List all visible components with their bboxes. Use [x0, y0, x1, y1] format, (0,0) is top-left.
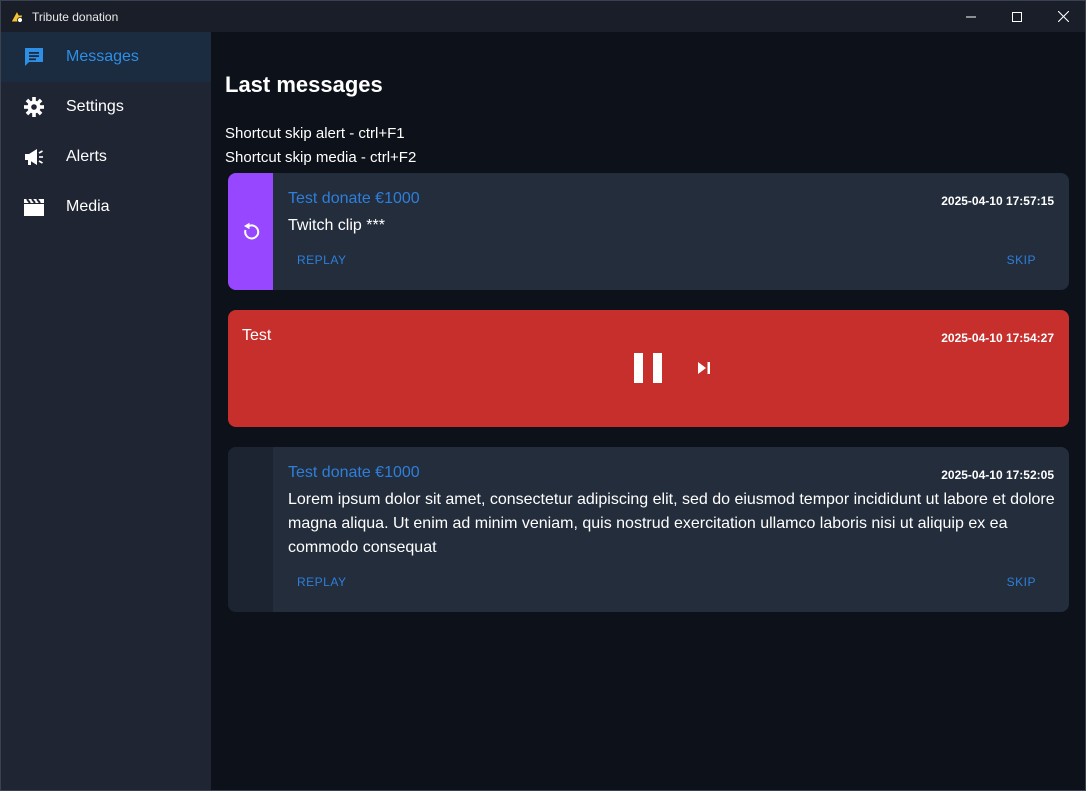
- app-logo-icon: [9, 9, 25, 25]
- message-card-playing: Test 2025-04-10 17:54:27: [228, 310, 1069, 427]
- message-text: Lorem ipsum dolor sit amet, consectetur …: [288, 491, 1055, 556]
- clapperboard-icon: [23, 196, 45, 218]
- page-title: Last messages: [225, 72, 383, 97]
- sidebar-item-label: Media: [66, 198, 110, 215]
- skip-button[interactable]: SKIP: [1007, 575, 1036, 589]
- sidebar-item-label: Alerts: [66, 148, 107, 165]
- message-timestamp: 2025-04-10 17:57:15: [941, 194, 1054, 208]
- replay-strip[interactable]: [228, 173, 273, 290]
- message-card: Test donate €1000 2025-04-10 17:52:05 Lo…: [228, 447, 1069, 612]
- maximize-button[interactable]: [994, 1, 1040, 32]
- message-timestamp: 2025-04-10 17:54:27: [941, 331, 1054, 345]
- message-title: Test donate €1000: [288, 464, 420, 481]
- message-title: Test: [242, 327, 272, 344]
- sidebar-item-settings[interactable]: Settings: [1, 82, 211, 132]
- shortcut-hint-media: Shortcut skip media - ctrl+F2: [225, 149, 417, 166]
- sidebar-item-label: Messages: [66, 48, 139, 65]
- skip-button[interactable]: SKIP: [1007, 253, 1036, 267]
- replay-icon: [243, 222, 259, 239]
- message-text: Twitch clip ***: [288, 217, 385, 234]
- replay-button[interactable]: REPLAY: [297, 575, 346, 589]
- message-strip: [228, 447, 273, 612]
- sidebar-item-messages[interactable]: Messages: [1, 32, 211, 82]
- megaphone-icon: [23, 146, 45, 168]
- message-card: Test donate €1000 2025-04-10 17:57:15 Tw…: [228, 173, 1069, 290]
- shortcut-hint-alert: Shortcut skip alert - ctrl+F1: [225, 125, 405, 142]
- gear-icon: [23, 96, 45, 118]
- skip-next-icon[interactable]: [697, 361, 711, 375]
- minimize-button[interactable]: [948, 1, 994, 32]
- message-title: Test donate €1000: [288, 190, 420, 207]
- message-timestamp: 2025-04-10 17:52:05: [941, 468, 1054, 482]
- chat-icon: [23, 46, 45, 68]
- window-title: Tribute donation: [32, 9, 119, 24]
- sidebar-item-label: Settings: [66, 98, 124, 115]
- sidebar: Messages Settings Alerts Media: [1, 32, 211, 790]
- close-icon: [1057, 11, 1069, 22]
- pause-icon: [634, 353, 643, 383]
- close-button[interactable]: [1040, 1, 1085, 32]
- pause-button[interactable]: [634, 353, 662, 383]
- maximize-icon: [1012, 11, 1022, 22]
- minimize-icon: [966, 16, 976, 17]
- replay-button[interactable]: REPLAY: [297, 253, 346, 267]
- pause-icon-bar: [653, 353, 662, 383]
- app-window: Tribute donation Messages Settings Alert…: [0, 0, 1086, 791]
- title-bar: Tribute donation: [1, 1, 1085, 32]
- main-content: Last messages Shortcut skip alert - ctrl…: [211, 32, 1085, 790]
- sidebar-item-media[interactable]: Media: [1, 182, 211, 232]
- sidebar-item-alerts[interactable]: Alerts: [1, 132, 211, 182]
